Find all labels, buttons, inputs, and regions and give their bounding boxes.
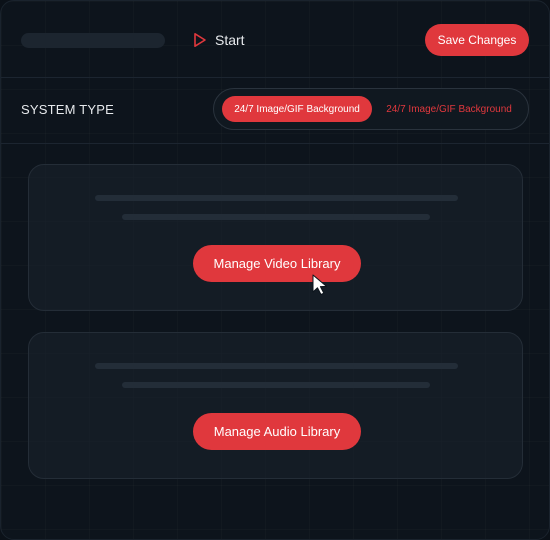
save-changes-button[interactable]: Save Changes <box>425 24 529 56</box>
system-type-option-selected[interactable]: 24/7 Image/GIF Background <box>222 96 372 122</box>
text-placeholder-line <box>95 195 458 201</box>
system-type-option[interactable]: 24/7 Image/GIF Background <box>376 96 522 122</box>
system-type-label: SYSTEM TYPE <box>21 102 114 117</box>
app-window: Start Save Changes SYSTEM TYPE 24/7 Imag… <box>0 0 550 540</box>
text-placeholder-line <box>122 214 430 220</box>
manage-audio-library-button[interactable]: Manage Audio Library <box>193 413 361 450</box>
mouse-pointer-icon <box>311 274 329 301</box>
video-library-card: Manage Video Library <box>28 164 523 311</box>
play-icon <box>193 32 207 48</box>
manage-video-library-button[interactable]: Manage Video Library <box>193 245 361 282</box>
top-bar: Start Save Changes <box>1 1 549 78</box>
audio-library-card: Manage Audio Library <box>28 332 523 479</box>
text-placeholder-line <box>95 363 458 369</box>
start-button[interactable]: Start <box>193 29 245 51</box>
system-type-row: SYSTEM TYPE 24/7 Image/GIF Background 24… <box>1 77 549 144</box>
text-placeholder-line <box>122 382 430 388</box>
system-type-toggle: 24/7 Image/GIF Background 24/7 Image/GIF… <box>213 88 529 130</box>
title-placeholder <box>21 33 165 48</box>
start-label: Start <box>215 32 245 48</box>
